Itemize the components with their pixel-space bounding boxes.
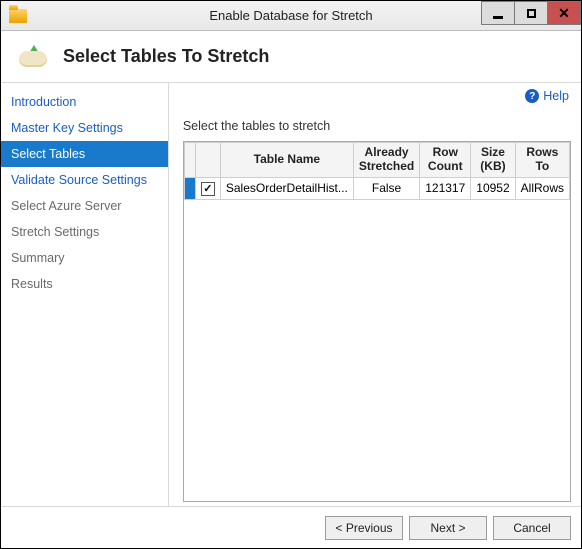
sidebar-item-validate-source-settings[interactable]: Validate Source Settings	[1, 167, 168, 193]
help-icon: ?	[525, 89, 539, 103]
col-already-stretched[interactable]: Already Stretched	[353, 143, 419, 178]
next-button[interactable]: Next >	[409, 516, 487, 540]
row-checkbox[interactable]	[201, 182, 215, 196]
sidebar-item-select-tables[interactable]: Select Tables	[1, 141, 168, 167]
cell-size-kb: 10952	[471, 177, 515, 200]
cell-row-count: 121317	[420, 177, 471, 200]
wizard-footer: < Previous Next > Cancel	[1, 506, 581, 548]
cell-rows-to: AllRows	[515, 177, 569, 200]
sidebar-item-summary: Summary	[1, 245, 168, 271]
minimize-button[interactable]	[481, 1, 515, 25]
row-checkbox-cell[interactable]	[195, 177, 220, 200]
col-rows-to[interactable]: Rows To	[515, 143, 569, 178]
wizard-header: Select Tables To Stretch	[1, 31, 581, 83]
cancel-button[interactable]: Cancel	[493, 516, 571, 540]
col-row-selector	[184, 143, 195, 178]
table-header-row: Table Name Already Stretched Row Count S…	[184, 143, 569, 178]
close-button[interactable]: ✕	[547, 1, 581, 25]
col-row-count[interactable]: Row Count	[420, 143, 471, 178]
col-size-kb[interactable]: Size (KB)	[471, 143, 515, 178]
col-table-name[interactable]: Table Name	[220, 143, 353, 178]
stretch-cloud-icon	[17, 45, 49, 69]
table-row[interactable]: SalesOrderDetailHist... False 121317 109…	[184, 177, 569, 200]
sidebar-item-introduction[interactable]: Introduction	[1, 89, 168, 115]
sidebar-item-results: Results	[1, 271, 168, 297]
sidebar-item-master-key-settings[interactable]: Master Key Settings	[1, 115, 168, 141]
help-link[interactable]: ? Help	[525, 89, 569, 103]
wizard-body: Introduction Master Key Settings Select …	[1, 83, 581, 506]
app-folder-icon	[9, 9, 27, 23]
row-selector[interactable]	[184, 177, 195, 200]
window-controls: ✕	[482, 1, 581, 25]
col-checkbox	[195, 143, 220, 178]
page-title: Select Tables To Stretch	[63, 46, 269, 67]
instruction-text: Select the tables to stretch	[183, 119, 571, 133]
wizard-main: ? Help Select the tables to stretch Tabl…	[169, 83, 581, 506]
cell-already-stretched: False	[353, 177, 419, 200]
window-titlebar: Enable Database for Stretch ✕	[1, 1, 581, 31]
cell-table-name: SalesOrderDetailHist...	[220, 177, 353, 200]
wizard-sidebar: Introduction Master Key Settings Select …	[1, 83, 169, 506]
sidebar-item-stretch-settings: Stretch Settings	[1, 219, 168, 245]
previous-button[interactable]: < Previous	[325, 516, 403, 540]
sidebar-item-select-azure-server: Select Azure Server	[1, 193, 168, 219]
help-label: Help	[543, 89, 569, 103]
tables-grid: Table Name Already Stretched Row Count S…	[183, 141, 571, 502]
maximize-button[interactable]	[514, 1, 548, 25]
